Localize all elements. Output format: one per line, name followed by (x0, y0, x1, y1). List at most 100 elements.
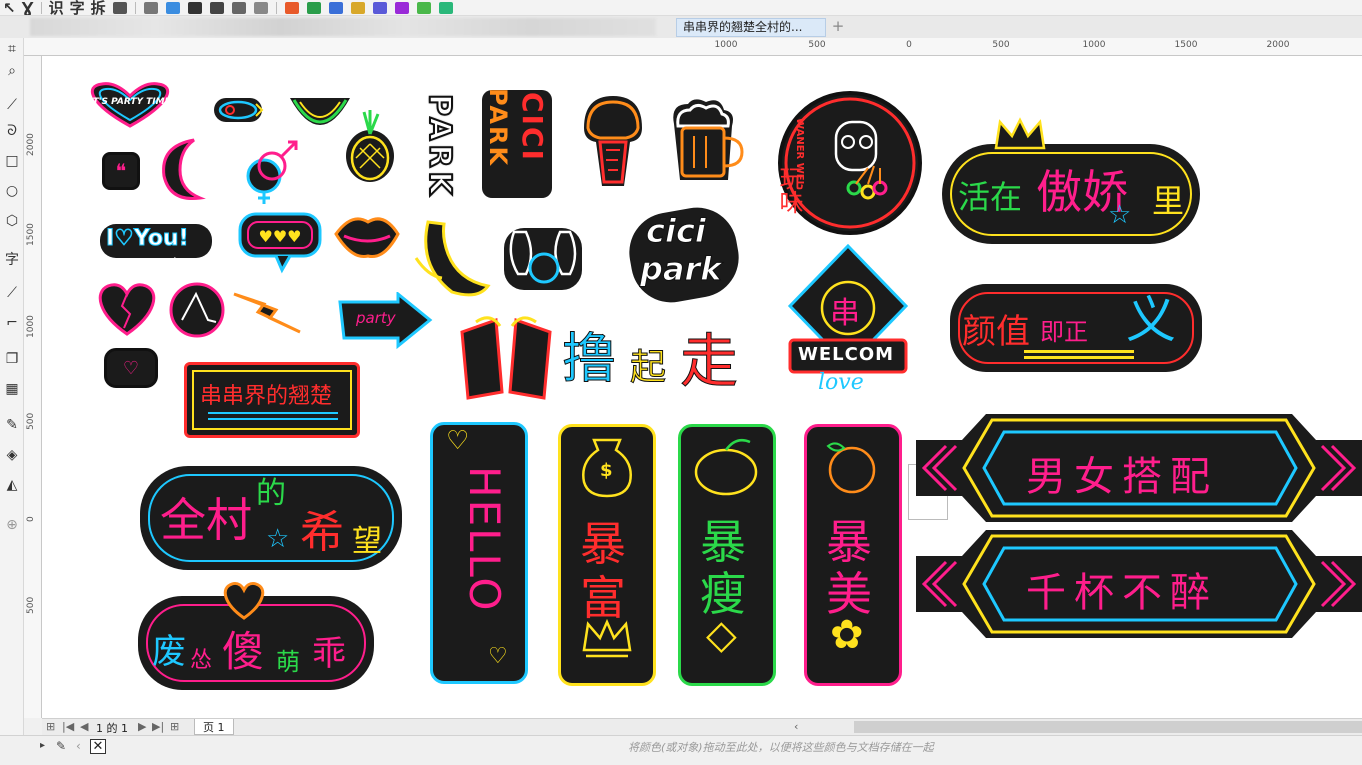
grid-icon[interactable] (209, 1, 224, 14)
no-color-swatch-icon[interactable]: ✕ (90, 739, 106, 754)
page-tab[interactable]: 页 1 (194, 719, 234, 735)
moon-sticker[interactable] (158, 136, 214, 204)
smart-fill-tool-icon[interactable]: ◭ (1, 474, 23, 496)
rocket-sticker[interactable] (212, 94, 264, 126)
dots-icon[interactable] (372, 1, 387, 14)
zoom-tool-icon[interactable]: ⌕ (1, 60, 23, 82)
prev-first-icon[interactable]: |◀ (62, 720, 74, 733)
plugin-icon[interactable] (394, 1, 409, 14)
bao-mei-panel-sticker[interactable]: 暴 美 ✿ (802, 422, 904, 688)
nan-nv-text: 男女搭配 (1026, 454, 1218, 500)
layers-icon[interactable] (328, 1, 343, 14)
network-icon[interactable] (165, 1, 180, 14)
cici-park-vertical-sticker[interactable]: PARK CICI (478, 86, 558, 202)
color-icon[interactable] (284, 1, 299, 14)
align-icon[interactable] (231, 1, 246, 14)
polygon-tool-icon[interactable]: ⬡ (1, 210, 23, 232)
hello-panel-sticker[interactable]: ♡ HELLO ♡ (428, 420, 530, 686)
bowling-sticker[interactable] (500, 224, 586, 294)
small-pink-tag-sticker[interactable]: ♡ (104, 348, 158, 388)
transparency-tool-icon[interactable]: ▦ (1, 378, 23, 400)
tab-document[interactable]: 串串界的翘楚全村的... (676, 18, 826, 37)
curve-icon[interactable] (187, 1, 202, 14)
qi-text[interactable]: 起 (629, 338, 666, 390)
line-tool-icon[interactable]: ⟋ (1, 282, 23, 304)
scroll-left-icon[interactable]: ‹ (794, 720, 798, 733)
pineapple-sticker[interactable] (340, 108, 400, 184)
banana-sticker[interactable] (408, 216, 492, 302)
bowling-icon (504, 228, 582, 290)
cici-park-script-sticker[interactable]: cici park (623, 201, 745, 309)
shape-icon[interactable] (306, 1, 321, 14)
eyedropper-icon[interactable]: ✎ (56, 739, 66, 753)
add-tool-icon[interactable]: ⊕ (1, 514, 23, 536)
toolbar-divider (40, 1, 42, 14)
new-tab-button[interactable]: + (830, 19, 846, 35)
crop-tool-icon[interactable]: ⌗ (1, 38, 23, 60)
huo-zai-ao-jiao-sticker[interactable]: 活在 傲娇 里 ☆ (940, 116, 1202, 246)
text-tool-icon[interactable]: 字 (1, 248, 23, 270)
bao-fu-panel-sticker[interactable]: $ 暴 富 (556, 422, 658, 688)
prev-page-icon[interactable]: ◀ (80, 720, 88, 733)
connector-tool-icon[interactable]: ⌐ (1, 312, 23, 334)
last-page-icon[interactable]: ▶| (152, 720, 164, 733)
lightning-sticker[interactable] (230, 286, 306, 340)
gender-symbol-sticker[interactable] (238, 136, 302, 206)
pink-tag-sticker[interactable]: ❝ (102, 152, 140, 190)
horizontal-scrollbar-thumb[interactable] (854, 721, 1362, 733)
bar-icon[interactable] (350, 1, 365, 14)
eyedropper-tool-icon[interactable]: ✎ (1, 414, 23, 436)
freehand-tool-icon[interactable]: ⟋ (1, 94, 23, 116)
export-icon[interactable] (438, 1, 453, 14)
beer-mug-sticker[interactable] (666, 96, 746, 184)
nan-nv-sign-sticker[interactable]: 男女搭配 (916, 410, 1362, 526)
page-info: 1 的 1 (96, 722, 128, 735)
broken-heart-sticker[interactable] (94, 278, 160, 338)
cheers-mugs-sticker[interactable] (456, 312, 556, 402)
next-page-icon[interactable]: ▶ (138, 720, 146, 733)
select-box-icon[interactable] (253, 1, 268, 14)
horizontal-ruler[interactable]: 1000 500 0 500 1000 1500 2000 (24, 38, 1362, 56)
park-vertical-sticker[interactable]: PARK (421, 78, 458, 214)
party-time-heart-sticker[interactable]: IT'S PARTY TIME (80, 80, 180, 130)
artistic-media-tool-icon[interactable]: ᘐ (1, 120, 23, 142)
heart-bubble-sticker[interactable]: ♥♥♥ (236, 210, 324, 274)
i-love-you-sticker[interactable]: I♡You! (98, 218, 216, 274)
drawing-canvas[interactable]: IT'S PARTY TIME PARK PARK CICI WANER WEI… (42, 56, 1362, 718)
rectangle-tool-icon[interactable]: □ (1, 150, 23, 172)
beer-cheers-icon (460, 316, 552, 400)
zou-text[interactable]: 走 (679, 314, 738, 398)
welcom-diamond-sticker[interactable]: 串 WELCOM love (786, 244, 910, 398)
ellipse-tool-icon[interactable]: ○ (1, 180, 23, 202)
lips-sticker[interactable] (332, 208, 402, 264)
small-heart-icon: ♡ (488, 644, 508, 669)
qian-bei-sign-sticker[interactable]: 千杯不醉 (916, 526, 1362, 642)
table-icon[interactable] (143, 1, 158, 14)
broken-heart-icon (98, 283, 156, 336)
bao-shou-panel-sticker[interactable]: 暴 瘦 ◇ (676, 422, 778, 688)
text-button[interactable]: 字 (67, 0, 88, 15)
split-button[interactable]: 拆 (88, 0, 109, 15)
shadow-tool-icon[interactable]: ❐ (1, 348, 23, 370)
document-icon[interactable] (112, 1, 127, 14)
palette-scroll-left-icon[interactable]: ‹ (76, 739, 81, 753)
app-logo-icon[interactable]: Ɣ (19, 0, 37, 15)
quan-cun-sticker[interactable]: 全村 的 ☆ 希 望 (138, 458, 404, 574)
fei-song-sticker[interactable]: 废 怂 傻 萌 乖 (136, 574, 376, 694)
fill-tool-icon[interactable]: ◈ (1, 444, 23, 466)
paint-icon[interactable] (416, 1, 431, 14)
palette-expand-icon[interactable]: ▸ (40, 740, 45, 751)
chuan-jie-sign-sticker[interactable]: 串串界的翘楚 (182, 360, 362, 440)
first-page-icon[interactable]: ⊞ (46, 720, 55, 733)
yan-zhi-sticker[interactable]: 颜值 即正 义 (948, 270, 1204, 374)
pointer-tool-icon[interactable]: ↖ (0, 0, 19, 15)
wanwei-badge-sticker[interactable]: WANER WEI 玩味 (764, 88, 922, 238)
heels-sticker[interactable] (168, 280, 226, 342)
party-arrow-sticker[interactable]: party (336, 292, 434, 350)
vertical-ruler[interactable]: 2000 1500 1000 500 0 500 (24, 56, 42, 718)
lu-text[interactable]: 撸 (562, 314, 617, 393)
ice-cream-sticker[interactable] (578, 94, 648, 190)
blurred-file-path (30, 18, 656, 36)
recognize-text-button[interactable]: 识 (46, 0, 67, 15)
add-page-icon[interactable]: ⊞ (170, 720, 179, 733)
